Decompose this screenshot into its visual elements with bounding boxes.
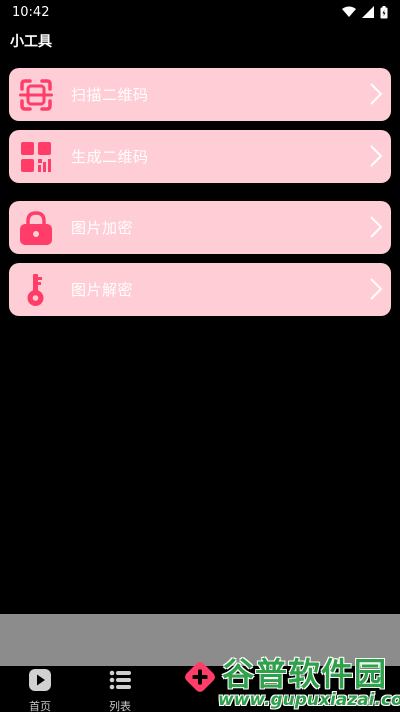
nav-item-list[interactable]: 列表 <box>90 669 150 712</box>
nav-label-list: 列表 <box>109 700 131 712</box>
watermark-url: www.gupuxiazai.com <box>218 690 400 710</box>
page-title: 小工具 <box>10 34 52 50</box>
signal-icon <box>362 6 374 18</box>
chevron-right-icon <box>369 82 383 110</box>
nav-label-home: 首页 <box>29 700 51 712</box>
app-screen: 10:42 小工具 扫描二维码 生成二维码 图片加密 图片解密 首页 列表 谷普… <box>0 0 400 712</box>
watermark-title: 谷普软件园 <box>222 655 388 693</box>
add-button[interactable] <box>182 659 218 695</box>
watermark-logo: 谷普软件园 www.gupuxiazai.com <box>218 655 400 710</box>
chevron-right-icon <box>369 215 383 243</box>
battery-icon <box>380 5 388 19</box>
chevron-right-icon <box>369 277 383 305</box>
chevron-right-icon <box>369 144 383 172</box>
scan-qr-icon <box>19 78 53 112</box>
nav-item-home[interactable]: 首页 <box>10 669 70 712</box>
qr-grid-icon <box>19 140 53 174</box>
status-icons <box>342 5 388 19</box>
status-bar: 10:42 <box>0 0 400 24</box>
plus-icon <box>182 662 218 699</box>
decrypt-image-label: 图片解密 <box>71 281 134 299</box>
play-icon <box>29 669 51 695</box>
lock-icon <box>19 210 53 245</box>
scan-qr-button[interactable]: 扫描二维码 <box>9 68 391 121</box>
generate-qr-label: 生成二维码 <box>71 148 149 166</box>
decrypt-image-button[interactable]: 图片解密 <box>9 263 391 316</box>
wifi-icon <box>342 6 356 18</box>
status-time: 10:42 <box>12 4 50 20</box>
encrypt-image-label: 图片加密 <box>71 219 134 237</box>
encrypt-image-button[interactable]: 图片加密 <box>9 201 391 254</box>
key-icon <box>19 273 53 307</box>
scan-qr-label: 扫描二维码 <box>71 86 149 104</box>
generate-qr-button[interactable]: 生成二维码 <box>9 130 391 183</box>
list-icon <box>109 669 131 695</box>
